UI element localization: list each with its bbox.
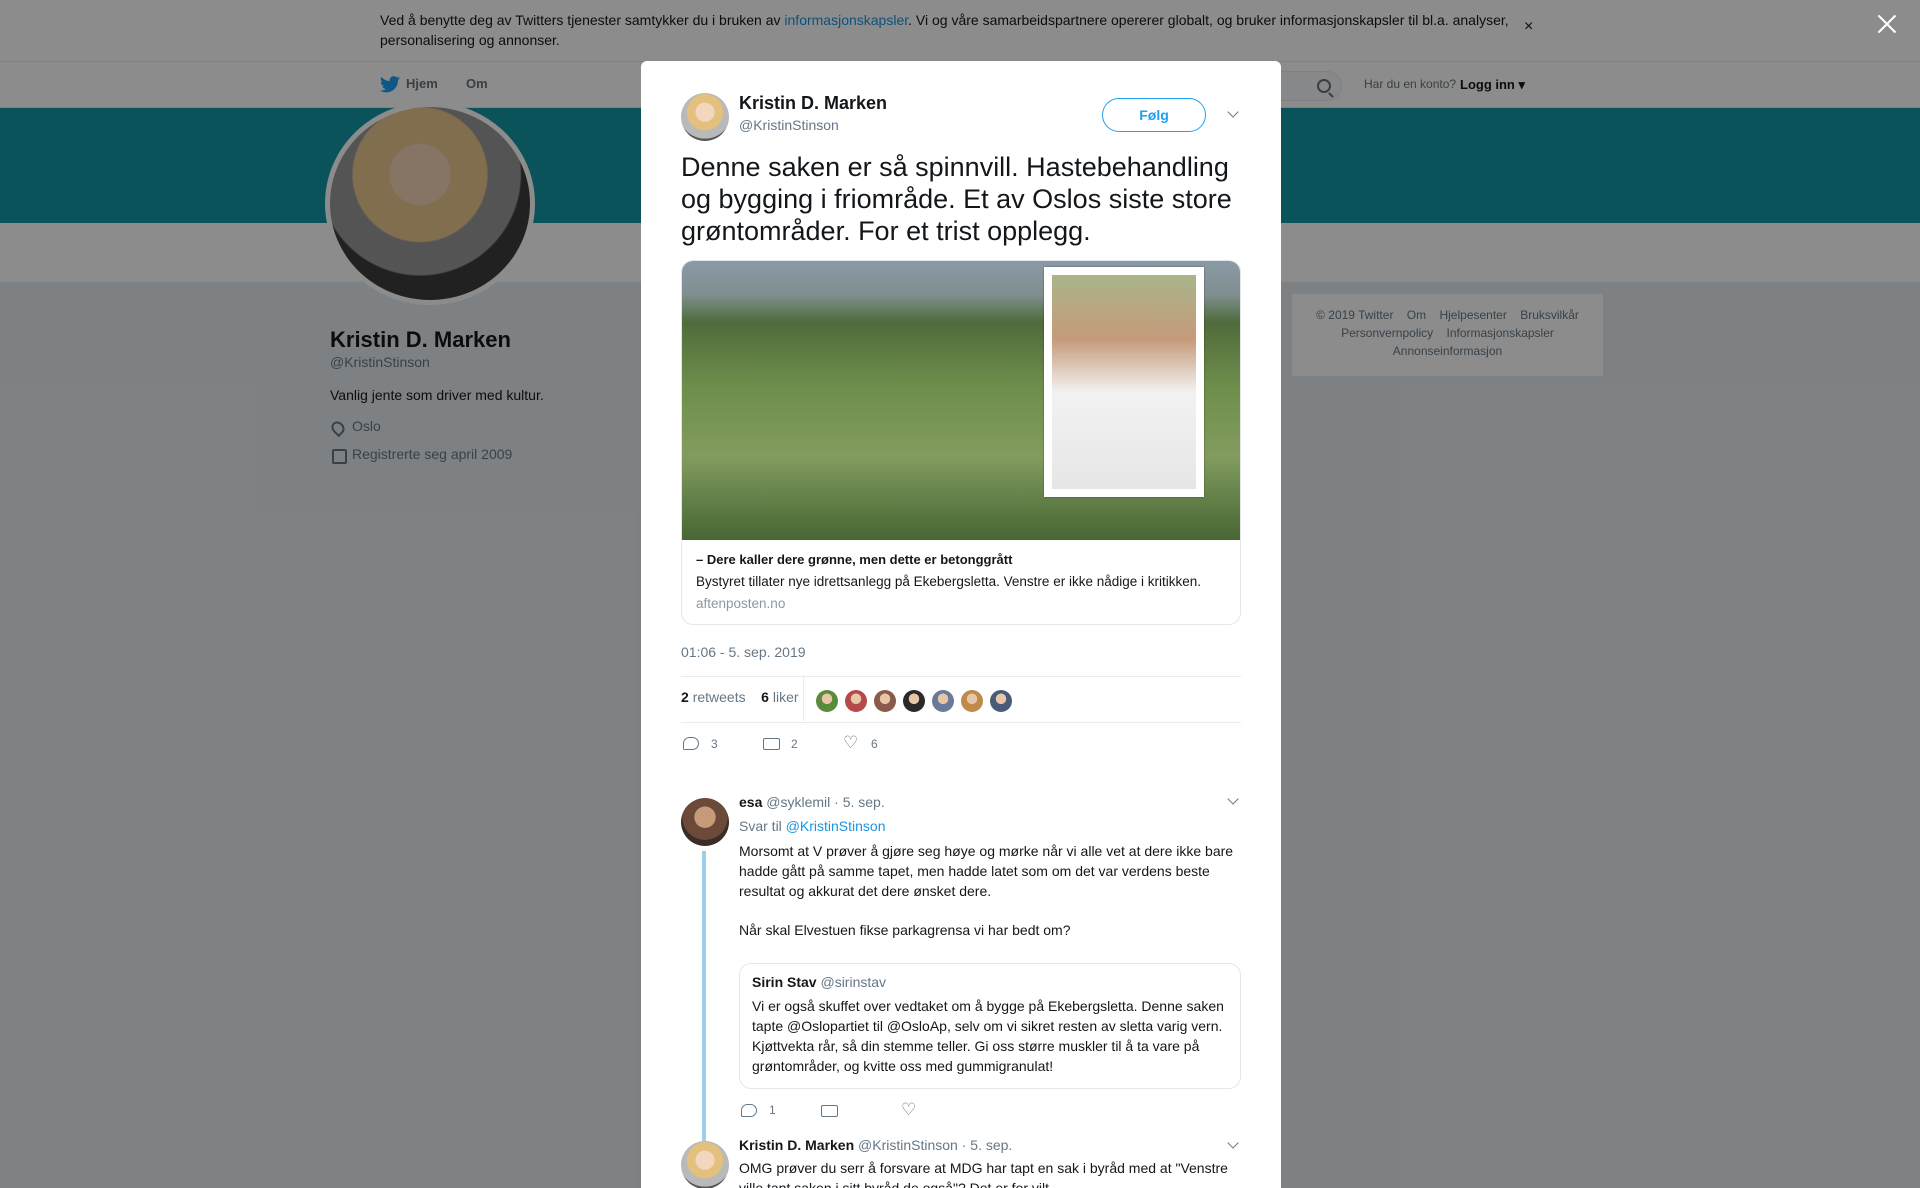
author-avatar[interactable] [681, 93, 729, 141]
retweet-icon[interactable] [821, 1105, 838, 1117]
card-inset-photo [1044, 267, 1204, 497]
retweet-icon[interactable] [763, 738, 780, 750]
chevron-down-icon[interactable] [1227, 793, 1239, 805]
reply-header: Kristin D. Marken @KristinStinson · 5. s… [739, 1137, 1012, 1153]
tweet-stats: 2 retweets 6 liker [681, 689, 799, 705]
divider [681, 676, 1241, 677]
liker-avatar[interactable] [903, 690, 925, 712]
reply-header: esa @syklemil · 5. sep. [739, 794, 885, 810]
reply-count: 3 [711, 737, 718, 751]
reply-text: Morsomt at V prøver å gjøre seg høye og … [739, 843, 1234, 899]
reply-avatar[interactable] [681, 798, 729, 846]
author-handle[interactable]: @KristinStinson [739, 117, 839, 133]
liker-avatar[interactable] [816, 690, 838, 712]
author-name[interactable]: Kristin D. Marken [739, 93, 887, 114]
tweet-text: Denne saken er så spinnvill. Hastebehand… [681, 152, 1232, 246]
retweet-count: 2 [791, 737, 798, 751]
quote-text: Vi er også skuffet over vedtaket om å by… [752, 998, 1224, 1074]
reply-count: 1 [769, 1103, 776, 1117]
likes-count: 6 [761, 689, 769, 705]
card-image [682, 261, 1240, 540]
card-title: – Dere kaller dere grønne, men dette er … [696, 552, 1013, 567]
quoted-tweet[interactable]: Sirin Stav @sirinstav Vi er også skuffet… [739, 963, 1241, 1089]
quote-author-name: Sirin Stav [752, 974, 817, 990]
heart-icon[interactable] [901, 1100, 916, 1120]
heart-icon[interactable] [843, 733, 858, 753]
liker-avatar[interactable] [990, 690, 1012, 712]
retweets-count: 2 [681, 689, 689, 705]
divider [681, 722, 1241, 723]
chevron-down-icon[interactable] [1227, 1137, 1239, 1149]
liker-avatar[interactable] [961, 690, 983, 712]
reply-author-handle[interactable]: @KristinStinson [858, 1137, 958, 1153]
card-description: Bystyret tillater nye idrettsanlegg på E… [696, 574, 1202, 589]
stats-divider [803, 675, 804, 721]
reply-to-line: Svar til @KristinStinson [739, 818, 886, 834]
reply-avatar[interactable] [681, 1141, 729, 1188]
quote-author-handle: @sirinstav [820, 974, 887, 990]
tweet-modal: Kristin D. Marken @KristinStinson Følg D… [641, 61, 1281, 1188]
chevron-down-icon[interactable] [1227, 106, 1239, 118]
reply-time[interactable]: · 5. sep. [962, 1137, 1013, 1153]
liker-avatar[interactable] [845, 690, 867, 712]
retweets-label: retweets [692, 689, 746, 705]
liker-avatar[interactable] [932, 690, 954, 712]
thread-line [702, 851, 706, 1141]
reply-icon[interactable] [683, 737, 699, 750]
reply-author-name[interactable]: esa [739, 794, 762, 810]
liker-avatar[interactable] [874, 690, 896, 712]
reply-text: OMG prøver du serr å forsvare at MDG har… [739, 1160, 1228, 1188]
quote-header: Sirin Stav @sirinstav [752, 974, 886, 990]
follow-button[interactable]: Følg [1102, 98, 1206, 132]
like-count: 6 [871, 737, 878, 751]
reply-time[interactable]: · 5. sep. [834, 794, 885, 810]
reply-author-handle[interactable]: @syklemil [766, 794, 830, 810]
reply-icon[interactable] [741, 1104, 757, 1117]
card-domain: aftenposten.no [696, 596, 786, 611]
tweet-timestamp[interactable]: 01:06 - 5. sep. 2019 [681, 644, 806, 660]
reply-to-mention[interactable]: @KristinStinson [786, 818, 886, 834]
link-card[interactable]: – Dere kaller dere grønne, men dette er … [681, 260, 1241, 625]
retweets-stat[interactable]: 2 retweets [681, 689, 746, 705]
reply-text-2: Når skal Elvestuen fikse parkagrensa vi … [739, 922, 1071, 938]
likes-stat[interactable]: 6 liker [761, 689, 798, 705]
likes-label: liker [772, 689, 799, 705]
close-icon[interactable] [1875, 12, 1899, 36]
reply-author-name[interactable]: Kristin D. Marken [739, 1137, 854, 1153]
reply-to-label: Svar til [739, 818, 782, 834]
